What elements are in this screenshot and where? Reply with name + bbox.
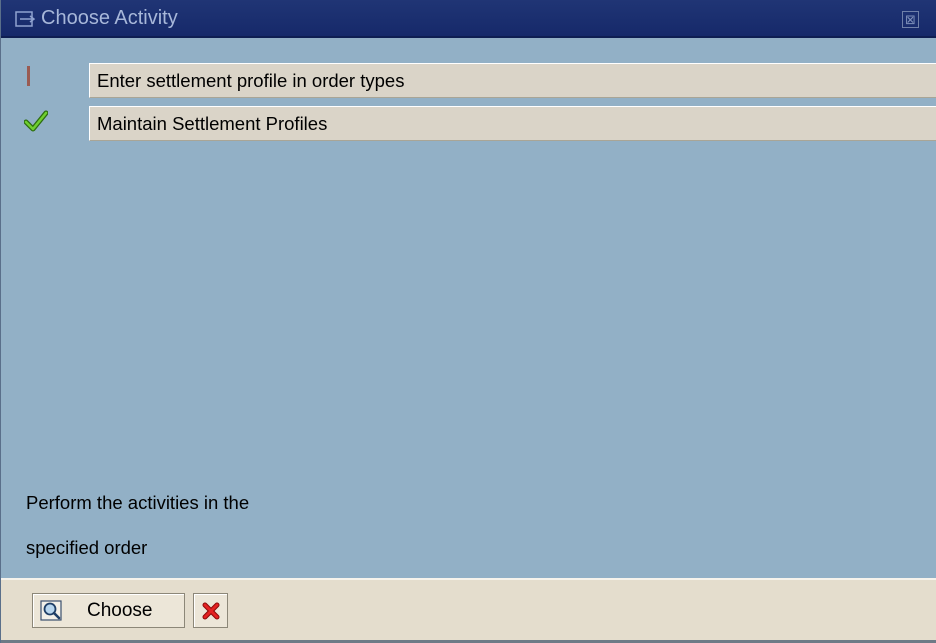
activity-row-current[interactable]: Enter settlement profile in order types (1, 63, 936, 98)
activity-label[interactable]: Maintain Settlement Profiles (89, 106, 936, 141)
dialog-arrow-icon (15, 11, 35, 27)
choose-button[interactable]: Choose (32, 593, 185, 628)
status-cell (21, 63, 61, 97)
green-check-icon (24, 110, 48, 132)
instruction-text-line-2: specified order (26, 537, 148, 558)
close-button[interactable]: ⊠ (902, 11, 919, 28)
current-step-marker-icon (27, 66, 30, 86)
instruction-text-line-1: Perform the activities in the (26, 492, 250, 513)
choose-button-label: Choose (87, 600, 153, 621)
title-bar[interactable]: Choose Activity ⊠ (1, 0, 936, 38)
footer-toolbar: Choose (1, 578, 936, 643)
cancel-button[interactable] (193, 593, 228, 628)
choose-magnifier-icon (40, 600, 62, 621)
window-title: Choose Activity (41, 7, 178, 29)
choose-activity-dialog: Choose Activity ⊠ Enter settlement profi… (0, 0, 936, 643)
activity-label[interactable]: Enter settlement profile in order types (89, 63, 936, 98)
status-cell (21, 106, 61, 140)
cancel-x-icon (202, 602, 220, 620)
activity-row-completed[interactable]: Maintain Settlement Profiles (1, 106, 936, 141)
close-icon: ⊠ (905, 12, 916, 27)
